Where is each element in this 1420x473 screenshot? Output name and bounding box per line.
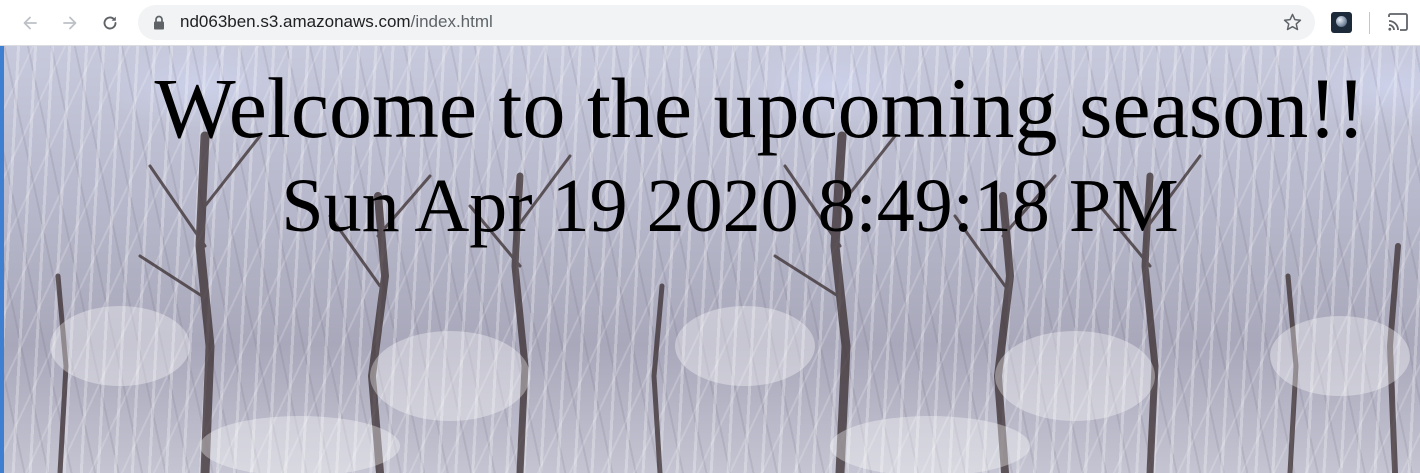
- cast-icon[interactable]: [1387, 12, 1409, 32]
- star-icon[interactable]: [1282, 12, 1303, 33]
- reload-button[interactable]: [94, 7, 126, 39]
- page-viewport: Welcome to the upcoming season!! Sun Apr…: [0, 46, 1420, 473]
- browser-toolbar: nd063ben.s3.amazonaws.com/index.html: [0, 0, 1420, 46]
- lock-icon[interactable]: [153, 15, 165, 30]
- url-text[interactable]: nd063ben.s3.amazonaws.com/index.html: [180, 12, 493, 32]
- extension-icon[interactable]: [1331, 12, 1352, 33]
- datetime-display: Sun Apr 19 2020 8:49:18 PM: [281, 164, 1179, 248]
- arrow-right-icon: [63, 16, 77, 30]
- address-bar[interactable]: nd063ben.s3.amazonaws.com/index.html: [138, 5, 1315, 40]
- forward-button[interactable]: [54, 7, 86, 39]
- url-host: nd063ben.s3.amazonaws.com: [180, 12, 411, 31]
- toolbar-divider: [1369, 12, 1370, 34]
- arrow-left-icon: [23, 16, 37, 30]
- back-button[interactable]: [14, 7, 46, 39]
- welcome-heading: Welcome to the upcoming season!!: [154, 60, 1366, 156]
- reload-icon: [103, 16, 117, 30]
- url-path: /index.html: [410, 12, 493, 31]
